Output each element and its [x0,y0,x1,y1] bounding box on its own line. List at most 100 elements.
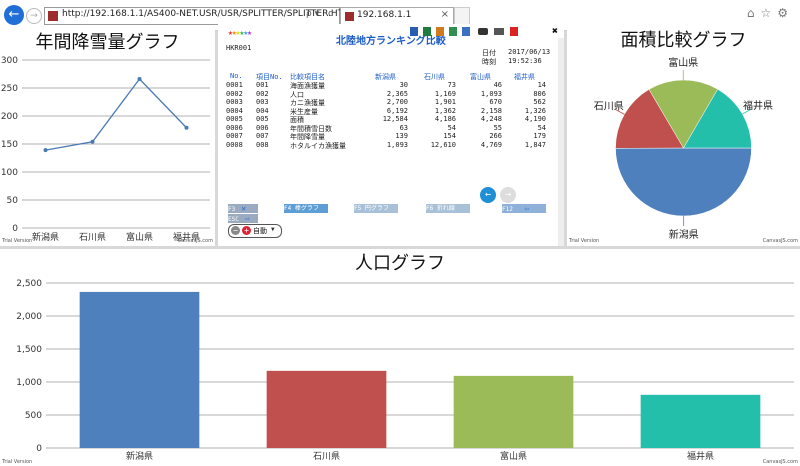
printer-icon[interactable] [494,28,504,35]
camera-icon[interactable] [478,28,488,35]
minus-button[interactable]: − [231,226,240,235]
time-value: 19:52:36 [508,57,542,65]
gear-icon[interactable]: ⚙ [777,6,794,20]
bar [79,291,200,448]
home-icon[interactable]: ⌂ [747,6,761,20]
table-cell: 008 [256,140,269,149]
bar [453,375,574,448]
table-cell: 4,190 [524,115,546,123]
csv-icon[interactable] [449,27,457,36]
pie-label: 石川県 [594,101,624,113]
new-tab-button[interactable] [454,7,470,25]
address-controls[interactable]: ρ▾ c [306,9,336,19]
table-cell: 0003 [226,98,243,106]
y-tick-label: 150 [1,140,18,150]
table-cell: 12,584 [382,115,408,123]
table-cell: 1,326 [524,106,546,115]
table-cell: 003 [256,98,269,106]
table-row: 0006 006 年間積雪日数 63 54 55 54 [218,123,558,133]
table-cell: 2,158 [480,106,502,115]
table-cell: 002 [256,89,269,98]
tab-title: 192.168.1.1 [357,10,412,20]
table-cell: 6,192 [386,106,408,115]
mode-control: − + 自動 ▼ [228,224,282,238]
table-cell: 001 [256,81,269,89]
pdf-icon[interactable] [510,27,518,36]
table-cell: 14 [537,81,546,89]
excel-icon[interactable] [423,27,431,36]
bar [640,394,761,448]
scrollbar[interactable] [558,38,564,246]
table-cell: 179 [533,132,546,140]
table-cell: ホタルイカ漁獲量 [290,141,346,150]
canvasjs-credit[interactable]: CanvasJS.com [763,238,798,244]
table-cell: 0005 [226,115,243,123]
fkey-esc[interactable]: ESC ⇨ [228,214,258,223]
date-value: 2017/06/13 [508,48,551,56]
browser-tab[interactable]: 192.168.1.1 × [340,7,454,25]
table-cell: 30 [399,81,408,89]
table-row: 0004 004 米生産量 6,192 1,362 2,158 1,326 [218,106,558,116]
y-tick-label: 100 [1,168,18,178]
canvasjs-credit[interactable]: CanvasJS.com [178,238,213,244]
table-cell: 12,610 [430,140,456,149]
table-cell: 154 [443,132,456,140]
plus-button[interactable]: + [242,226,251,235]
table-cell: 63 [399,123,408,132]
y-tick-label: 250 [1,84,18,94]
close-icon[interactable]: ✖ [552,26,558,37]
x-tick-label: 石川県 [313,451,340,462]
pie-label: 福井県 [743,99,773,112]
nav-next-button[interactable]: → [500,187,516,203]
html-icon[interactable] [436,27,444,36]
nav-prev-button[interactable]: ← [480,187,496,203]
back-arrow-icon[interactable]: ← [4,5,24,25]
color-logo-stars: ★★★★★★ [228,28,252,37]
table-cell: 55 [493,123,502,132]
site-favicon-icon [48,11,58,21]
y-tick-label: 500 [25,411,42,421]
table-cell: 004 [256,106,269,115]
address-bar[interactable]: http://192.168.1.1/AS400-NET.USR/USR/SPL… [44,7,351,25]
fkey-f12[interactable]: F12 ⇦ [502,204,546,213]
table-cell: 1,847 [524,140,546,149]
population-bar-chart: 0 500 1,000 1,500 2,000 2,500 新潟県 石川県 富山県 福井県 [16,279,794,462]
table-cell: 007 [256,132,269,140]
table-cell: 4,248 [480,115,502,123]
pie-label: 新潟県 [669,228,699,241]
browser-toolbar-icons[interactable]: ⌂☆⚙ [747,6,794,20]
pie-label: 富山県 [668,56,698,69]
table-cell: 005 [256,115,269,123]
fkey-f3[interactable]: F3 ✕ [228,204,258,213]
fkey-f4[interactable]: F4 棒グラフ [284,204,328,213]
fkey-f5[interactable]: F5 円グラフ [354,204,398,213]
chevron-down-icon[interactable]: ▼ [271,226,275,233]
tab-close-icon[interactable]: × [441,9,449,20]
table-cell: 4,186 [434,115,456,123]
y-tick-label: 0 [36,444,42,454]
fkey-esc-key: ESC [228,216,239,223]
table-cell: 006 [256,123,269,132]
y-tick-label: 200 [1,112,18,122]
word-icon[interactable] [410,27,418,36]
table-cell: 1,093 [480,89,502,98]
fkey-f6-label: 折れ線 [436,205,455,212]
fkey-f6-key: F6 [426,205,434,212]
table-row: 0001 001 海面漁獲量 30 73 46 14 [218,81,558,90]
table-cell: 806 [533,89,546,98]
table-cell: 54 [447,123,456,132]
data-point [137,77,142,82]
canvasjs-credit[interactable]: CanvasJS.com [763,459,798,465]
table-cell: 0007 [226,132,243,140]
app-icon[interactable] [462,27,470,36]
table-cell: 4,769 [480,140,502,149]
star-icon[interactable]: ☆ [760,6,777,20]
fkey-f6[interactable]: F6 折れ線 [426,204,470,213]
header-no: No. [230,72,243,80]
fkey-f3-key: F3 [228,206,236,213]
mode-select[interactable]: 自動 [253,226,267,236]
forward-arrow-icon[interactable]: → [26,8,42,24]
table-cell: 1,901 [434,98,456,106]
table-cell: 2,365 [386,89,408,98]
trial-version-label: Trial Version [569,238,600,244]
